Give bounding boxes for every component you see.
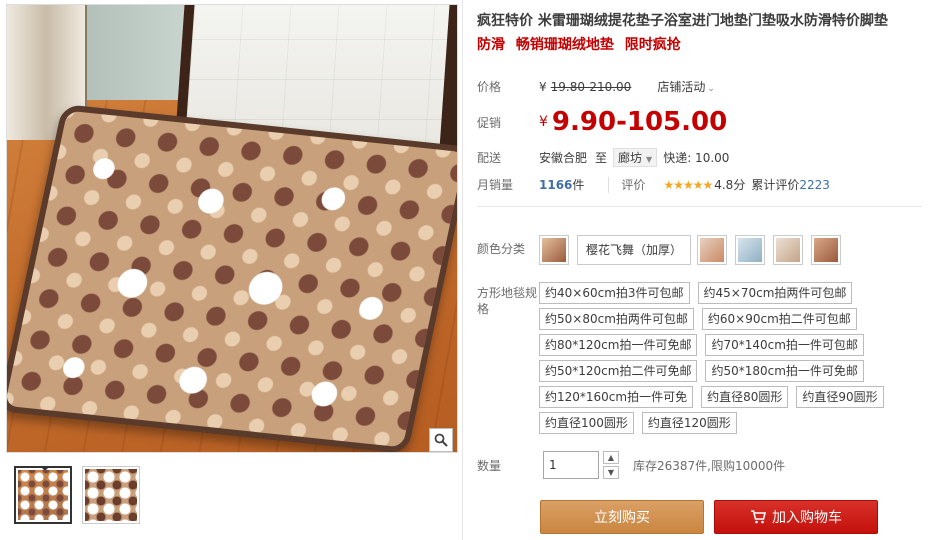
increase-button[interactable]: ▲ xyxy=(603,451,619,464)
image-gallery xyxy=(4,4,459,534)
thumbnail-2[interactable] xyxy=(82,466,140,524)
size-option[interactable]: 约70*140cm拍一件可包邮 xyxy=(705,334,864,356)
currency-symbol: ¥ xyxy=(539,79,547,94)
color-options: 樱花飞舞（加厚） xyxy=(539,235,842,265)
color-swatch-4[interactable] xyxy=(773,235,804,265)
chevron-down-icon: ⌄ xyxy=(707,84,715,94)
size-option[interactable]: 约45×70cm拍两件可包邮 xyxy=(697,282,853,304)
caret-down-icon: ▼ xyxy=(646,155,653,164)
product-title: 疯狂特价 米雷珊瑚绒提花垫子浴室进门地垫门垫吸水防滑特价脚垫 xyxy=(477,13,888,29)
original-price: 19.80-210.00 xyxy=(550,79,632,94)
size-option[interactable]: 约120*160cm拍一件可免 xyxy=(539,386,694,408)
column-divider xyxy=(462,0,463,540)
color-swatch-1[interactable] xyxy=(539,235,569,265)
product-tags: 防滑 畅销珊瑚绒地垫 限时疯抢 xyxy=(477,34,922,56)
size-option[interactable]: 约50*120cm拍二件可免邮 xyxy=(539,360,698,382)
thumbnail-1[interactable] xyxy=(14,466,72,524)
express-fee: 快递: 10.00 xyxy=(663,151,730,165)
add-to-cart-button[interactable]: 加入购物车 xyxy=(714,500,878,534)
product-tag: 畅销珊瑚绒地垫 xyxy=(515,37,614,53)
star-rating-icon: ★★★★★ xyxy=(663,177,713,192)
color-swatch-2[interactable] xyxy=(697,235,728,265)
zoom-icon[interactable] xyxy=(429,428,453,452)
rating-score: 4.8分 xyxy=(714,178,746,192)
size-option[interactable]: 约80*120cm拍一件可免邮 xyxy=(539,334,698,356)
sales-label: 月销量 xyxy=(477,178,514,192)
shipping-label: 配送 xyxy=(477,151,502,165)
ship-city-select[interactable]: 廊坊 ▼ xyxy=(613,148,658,167)
color-row: 颜色分类 樱花飞舞（加厚） xyxy=(477,235,842,265)
cart-icon xyxy=(751,510,766,524)
quantity-input[interactable] xyxy=(543,451,599,479)
total-reviews-count: 2223 xyxy=(799,178,830,192)
buy-now-label: 立刻购买 xyxy=(594,510,650,526)
total-reviews-prefix: 累计评价 xyxy=(751,178,800,192)
color-option-selected[interactable]: 樱花飞舞（加厚） xyxy=(577,235,692,265)
promo-row: 促销 ¥ 9.90-105.00 xyxy=(477,107,727,137)
color-label: 颜色分类 xyxy=(477,242,526,256)
divider-line xyxy=(477,206,922,207)
separator xyxy=(608,176,610,193)
decrease-button[interactable]: ▼ xyxy=(603,466,619,479)
size-option[interactable]: 约直径120圆形 xyxy=(641,412,737,434)
product-tag: 限时疯抢 xyxy=(624,37,681,53)
size-row: 方形地毯规格 约40×60cm拍3件可包邮 约45×70cm拍两件可包邮 约50×8… xyxy=(477,282,899,434)
price-label: 价格 xyxy=(477,80,502,94)
quantity-label: 数量 xyxy=(477,458,502,473)
quantity-stepper: ▲ ▼ xyxy=(603,451,619,479)
promo-label: 促销 xyxy=(477,115,502,130)
shipping-row: 配送 安徽合肥 至 廊坊 ▼ 快递: 10.00 xyxy=(477,148,729,167)
ship-to-word: 至 xyxy=(595,151,608,165)
buy-now-button[interactable]: 立刻购买 xyxy=(540,500,704,534)
color-swatch-3[interactable] xyxy=(735,235,766,265)
product-tag: 防滑 xyxy=(477,37,505,53)
size-label: 方形地毯规格 xyxy=(477,286,538,316)
stock-info: 库存26387件,限购10000件 xyxy=(633,458,786,473)
quantity-row: 数量 ▲ ▼ 库存26387件,限购10000件 xyxy=(477,451,785,479)
size-option[interactable]: 约直径100圆形 xyxy=(539,412,634,434)
total-reviews-link[interactable]: 累计评价2223 xyxy=(751,176,830,193)
size-option[interactable]: 约50*180cm拍一件可免邮 xyxy=(705,360,864,382)
size-option[interactable]: 约60×90cm拍二件可包邮 xyxy=(701,308,857,330)
size-option[interactable]: 约50×80cm拍两件可包邮 xyxy=(539,308,694,330)
price-row: 价格 ¥ 19.80-210.00 店铺活动 ⌄ xyxy=(477,78,715,95)
rating-label: 评价 xyxy=(621,178,646,192)
ship-city-value: 廊坊 xyxy=(618,151,643,165)
promo-price: 9.90-105.00 xyxy=(551,107,728,137)
ship-from: 安徽合肥 xyxy=(539,151,588,165)
size-options: 约40×60cm拍3件可包邮 约45×70cm拍两件可包邮 约50×80cm拍两件可… xyxy=(539,282,899,434)
sales-unit: 件 xyxy=(572,178,585,192)
color-swatch-5[interactable] xyxy=(811,235,842,265)
size-option[interactable]: 约直径80圆形 xyxy=(701,386,789,408)
monthly-sales-count: 1166 xyxy=(539,177,573,192)
store-activity-dropdown[interactable]: 店铺活动 ⌄ xyxy=(657,78,715,95)
sales-row: 月销量 1166 件 评价 ★★★★★ 4.8分 累计评价2223 xyxy=(477,176,830,193)
product-info: 疯狂特价 米雷珊瑚绒提花垫子浴室进门地垫门垫吸水防滑特价脚垫 防滑 畅销珊瑚绒地… xyxy=(477,10,922,479)
main-product-image[interactable] xyxy=(6,4,458,453)
size-option[interactable]: 约40×60cm拍3件可包邮 xyxy=(539,282,690,304)
size-option[interactable]: 约直径90圆形 xyxy=(796,386,884,408)
thumbnail-list xyxy=(14,466,140,524)
add-to-cart-label: 加入购物车 xyxy=(772,510,842,526)
store-activity-label: 店铺活动 xyxy=(657,80,706,94)
promo-currency: ¥ xyxy=(539,114,548,130)
